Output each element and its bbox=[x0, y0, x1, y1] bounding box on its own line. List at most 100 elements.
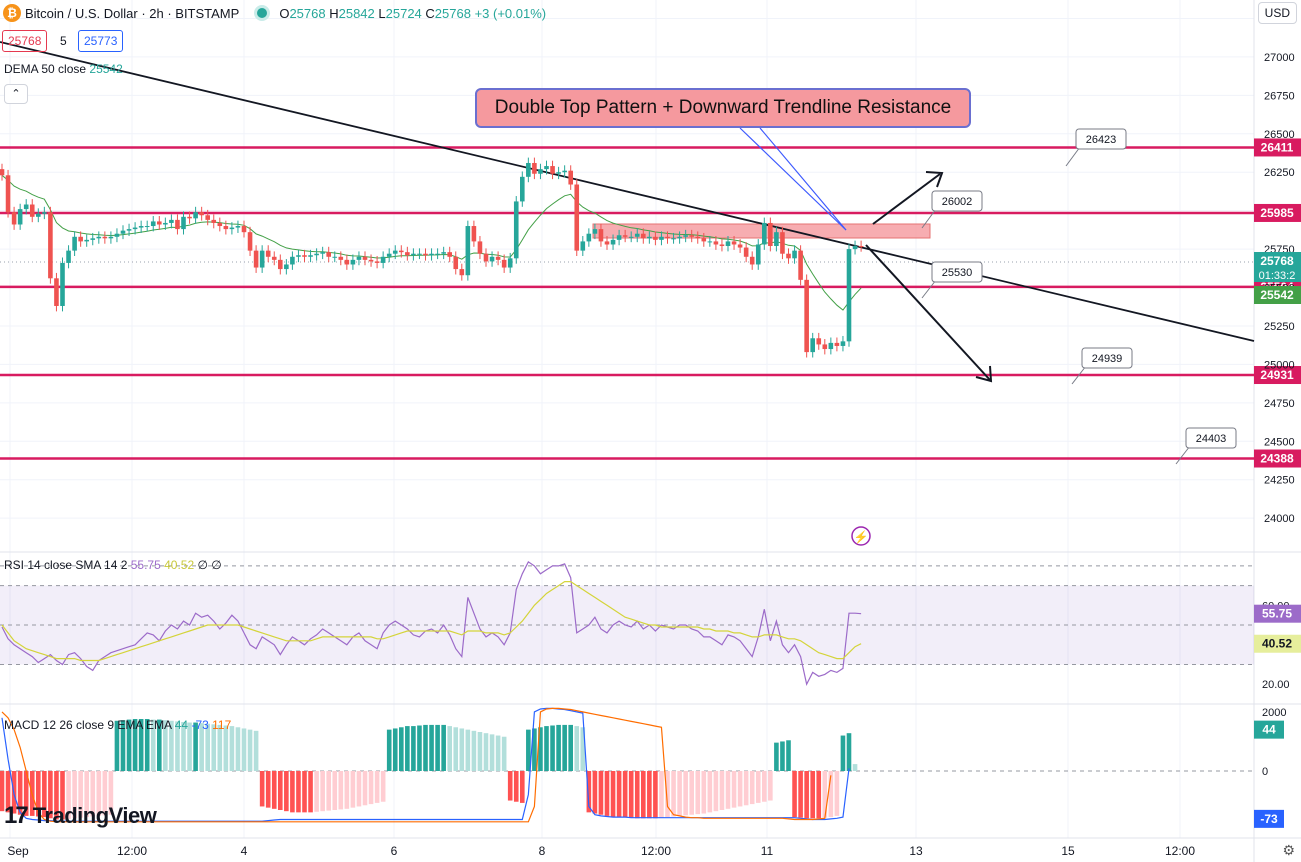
currency-button[interactable]: USD bbox=[1257, 2, 1297, 24]
candle-body bbox=[852, 246, 858, 250]
symbol-title[interactable]: Bitcoin / U.S. Dollar · 2h · BITSTAMP bbox=[25, 6, 239, 21]
candle-body bbox=[647, 236, 652, 239]
y-tick-label: 26500 bbox=[1264, 129, 1295, 141]
candle-body bbox=[247, 232, 253, 251]
y-tick-label: 24500 bbox=[1264, 436, 1295, 448]
macd-histogram-bar bbox=[610, 771, 616, 817]
y-tick-label: 24750 bbox=[1264, 398, 1295, 410]
macd-histogram-bar bbox=[235, 727, 241, 771]
candle-body bbox=[695, 236, 701, 239]
candle-body bbox=[507, 258, 513, 268]
candle-body bbox=[29, 204, 35, 217]
macd-histogram-bar bbox=[447, 726, 452, 771]
y-tick-label: 25000 bbox=[1264, 359, 1295, 371]
candle-body bbox=[568, 170, 573, 185]
macd-histogram-bar bbox=[816, 771, 822, 819]
candle-body bbox=[465, 226, 471, 276]
macd-histogram-bar bbox=[465, 729, 471, 771]
macd-histogram-bar bbox=[417, 725, 422, 771]
candle-body bbox=[665, 236, 670, 239]
candle-body bbox=[411, 253, 416, 256]
candle-body bbox=[774, 232, 779, 247]
candle-body bbox=[586, 233, 592, 242]
lightning-icon[interactable]: ⚡ bbox=[851, 526, 871, 546]
callout-label: 25530 bbox=[942, 267, 973, 279]
candle-body bbox=[786, 253, 791, 259]
x-tick-label: 12:00 bbox=[641, 844, 671, 858]
candle-body bbox=[713, 241, 719, 245]
macd-histogram-bar bbox=[241, 728, 247, 771]
candle-body bbox=[368, 259, 374, 262]
candle-body bbox=[42, 212, 47, 214]
candle-body bbox=[0, 169, 5, 176]
sell-price[interactable]: 25768 bbox=[2, 30, 48, 52]
candle-body bbox=[435, 253, 440, 255]
candle-body bbox=[199, 212, 204, 216]
macd-tick-label: 0 bbox=[1262, 766, 1268, 778]
candle-body bbox=[217, 222, 223, 227]
candle-body bbox=[683, 235, 688, 237]
callout-label: 24939 bbox=[1092, 353, 1123, 365]
y-tick-label: 27000 bbox=[1264, 52, 1295, 64]
candle-body bbox=[762, 222, 767, 245]
macd-histogram-bar bbox=[762, 771, 767, 802]
macd-histogram-bar bbox=[411, 726, 416, 771]
candle-body bbox=[193, 212, 198, 219]
macd-histogram-bar bbox=[350, 771, 356, 808]
macd-histogram-bar bbox=[290, 771, 295, 813]
buy-price[interactable]: 25773 bbox=[78, 30, 124, 52]
macd-histogram-bar bbox=[405, 726, 410, 771]
candle-body bbox=[417, 253, 422, 255]
x-tick-label: Sep bbox=[7, 844, 29, 858]
macd-histogram-bar bbox=[616, 771, 622, 818]
dema-badge-label: 25542 bbox=[1260, 288, 1294, 302]
market-status-icon bbox=[257, 8, 268, 18]
macd-histogram-bar bbox=[392, 728, 398, 771]
macd-histogram-bar bbox=[229, 726, 235, 771]
macd-histogram-bar bbox=[247, 729, 253, 771]
candle-body bbox=[399, 250, 404, 253]
candle-body bbox=[592, 229, 598, 234]
macd-histogram-bar bbox=[435, 724, 440, 771]
macd-legend[interactable]: MACD 12 26 close 9 EMA EMA 44 -73 117 bbox=[4, 718, 231, 732]
candle-body bbox=[132, 227, 138, 230]
candle-body bbox=[302, 255, 307, 257]
macd-histogram-bar bbox=[556, 724, 561, 771]
candle-body bbox=[755, 244, 761, 265]
macd-histogram-bar bbox=[731, 771, 737, 808]
macd-histogram-bar bbox=[429, 724, 434, 771]
collapse-legend-button[interactable]: ⌃ bbox=[4, 84, 28, 104]
candle-body bbox=[501, 259, 507, 268]
dema-legend[interactable]: DEMA 50 close 25542 bbox=[4, 62, 123, 76]
rsi-legend[interactable]: RSI 14 close SMA 14 2 55.75 40.52 ∅ ∅ bbox=[4, 558, 222, 572]
macd-histogram-bar bbox=[780, 741, 785, 771]
level-badge-label: 26411 bbox=[1261, 140, 1294, 154]
level-badge-label: 25985 bbox=[1260, 206, 1294, 220]
candle-body bbox=[120, 230, 126, 234]
macd-histogram-bar bbox=[544, 726, 549, 771]
macd-histogram-bar bbox=[834, 771, 840, 816]
spread-value: 5 bbox=[60, 34, 67, 48]
rsi-tick-label: 20.00 bbox=[1262, 679, 1290, 691]
candle-body bbox=[296, 255, 301, 257]
candle-body bbox=[622, 235, 628, 237]
settings-gear-icon[interactable]: ⚙ bbox=[1282, 842, 1295, 859]
candle-body bbox=[659, 236, 664, 240]
candle-body bbox=[356, 256, 362, 260]
rsi-sma-badge-label: 40.52 bbox=[1262, 637, 1292, 651]
macd-histogram-bar bbox=[423, 724, 428, 771]
y-tick-label: 24250 bbox=[1264, 475, 1295, 487]
candle-body bbox=[459, 269, 465, 276]
macd-histogram-bar bbox=[338, 771, 344, 810]
candle-body bbox=[707, 241, 713, 243]
candle-body bbox=[314, 253, 319, 256]
price-chart[interactable]: 2641125985255042493124388272502700026750… bbox=[0, 0, 1301, 862]
candle-body bbox=[175, 219, 180, 230]
pattern-annotation[interactable]: Double Top Pattern + Downward Trendline … bbox=[475, 88, 971, 128]
candle-body bbox=[743, 247, 749, 257]
candle-body bbox=[11, 212, 17, 225]
macd-histogram-bar bbox=[477, 732, 483, 771]
macd-histogram-bar bbox=[659, 771, 664, 818]
candle-body bbox=[846, 249, 852, 342]
tradingview-logo[interactable]: 17 TradingView bbox=[4, 802, 157, 830]
